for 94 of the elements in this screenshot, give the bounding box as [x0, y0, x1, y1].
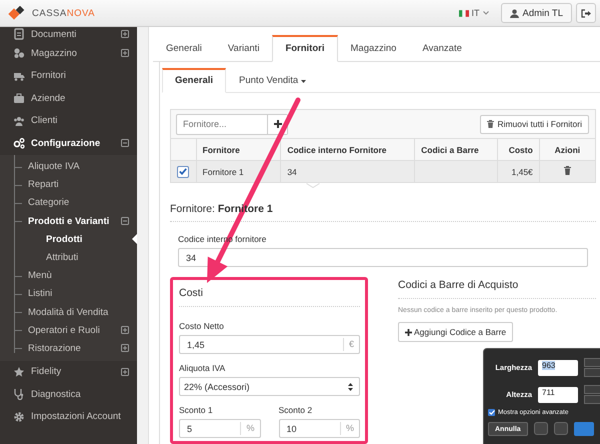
column-header: Codici a Barre — [421, 144, 479, 154]
toolbar-button[interactable] — [534, 422, 548, 435]
number-field[interactable]: 963 — [542, 360, 556, 370]
toolbar-button[interactable] — [554, 422, 568, 435]
sidebar-item[interactable]: Reparti — [0, 176, 137, 194]
dropdown-tab[interactable]: Punto Vendita — [226, 68, 320, 93]
checkbox[interactable] — [488, 409, 495, 416]
user-icon — [510, 8, 519, 18]
unit-label: % — [240, 422, 260, 435]
sidebar-item[interactable]: Ristorazione — [0, 339, 137, 358]
plus-icon — [274, 120, 282, 128]
logout-icon — [581, 8, 591, 18]
net-cost-field[interactable]: 1,45 — [180, 340, 343, 350]
supplier-search-field[interactable]: Fornitore... — [177, 119, 267, 129]
table-cell: 34 — [287, 166, 297, 176]
tab[interactable]: Avanzate — [409, 35, 475, 62]
sidebar-item[interactable]: Categorie — [0, 194, 137, 212]
gear-icon — [13, 410, 25, 423]
expand-icon[interactable] — [121, 344, 129, 352]
sidebar-item[interactable]: Aliquote IVA — [0, 158, 137, 176]
sidebar-item[interactable]: Operatori e Ruoli — [0, 321, 137, 340]
table-cell: 1,45€ — [512, 166, 533, 176]
sidebar-item[interactable]: Documenti — [0, 27, 137, 42]
discount-field[interactable]: 5 — [180, 424, 240, 434]
remove-all-button[interactable]: Rimuovi tutti i Fornitori — [480, 114, 589, 134]
unit-label: € — [342, 338, 359, 351]
number-field[interactable]: 711 — [542, 388, 555, 396]
collapse-icon[interactable] — [121, 217, 129, 226]
chevron-down-icon — [482, 11, 489, 15]
column-header: Codice interno Fornitore — [287, 144, 386, 154]
user-button[interactable]: Admin TL — [500, 3, 572, 23]
sidebar-item[interactable]: Configurazione — [0, 132, 137, 154]
internal-code-field[interactable]: 34 — [179, 252, 587, 262]
sidebar-item[interactable]: Fidelity — [0, 360, 137, 384]
confirm-button[interactable] — [574, 422, 594, 436]
trash-icon[interactable] — [564, 166, 571, 175]
add-barcode-button[interactable]: Aggiungi Codice a Barre — [398, 322, 514, 342]
percent-field[interactable]: 10 % — [278, 419, 360, 438]
sidebar-item[interactable]: Prodotti e Varianti — [0, 212, 137, 230]
sidebar-item[interactable]: Listini — [0, 284, 137, 303]
trash-icon — [487, 120, 494, 128]
tab[interactable]: Generali — [153, 35, 215, 62]
flag-icon — [458, 10, 469, 16]
field-label: Sconto 1 — [179, 405, 214, 415]
column-header: Azioni — [554, 144, 580, 154]
sidebar-item[interactable]: Diagnostica — [0, 383, 137, 406]
stepper[interactable] — [584, 385, 600, 404]
expand-icon[interactable] — [121, 326, 129, 334]
boxes-icon — [13, 47, 25, 60]
sidebar-item[interactable]: Aziende — [0, 87, 137, 110]
sidebar-item[interactable]: Attributi — [0, 248, 137, 267]
sort-icon — [348, 382, 353, 390]
sidebar-item[interactable]: Clienti — [0, 110, 137, 132]
field-label: Costo Netto — [179, 321, 225, 331]
logout-button[interactable] — [576, 3, 596, 23]
field-label: Sconto 2 — [278, 405, 314, 415]
star-icon — [13, 366, 25, 378]
expand-icon[interactable] — [121, 30, 129, 38]
expand-icon[interactable] — [121, 368, 129, 376]
sidebar-item[interactable]: Modalità di Vendita — [0, 303, 137, 322]
language-selector[interactable]: IT — [472, 8, 480, 18]
sidebar-item[interactable]: Impostazioni Account — [0, 406, 137, 428]
expand-icon[interactable] — [121, 49, 129, 58]
unit-label: % — [340, 422, 359, 435]
field-label: Aliquota IVA — [179, 363, 226, 373]
collapse-icon[interactable] — [121, 139, 129, 148]
percent-field[interactable]: 5 % — [179, 419, 260, 438]
logo-text: CASSANOVA — [32, 8, 95, 18]
tab[interactable]: Varianti — [214, 35, 272, 62]
sidebar-item[interactable]: Fornitori — [0, 64, 137, 87]
price-field[interactable]: 1,45 € — [179, 335, 360, 354]
discount-field[interactable]: 10 — [280, 424, 340, 434]
column-header: Costo — [508, 144, 533, 154]
tab[interactable]: Magazzino — [338, 35, 410, 62]
sidebar-item[interactable]: Magazzino — [0, 42, 137, 64]
stethoscope-icon — [13, 388, 25, 400]
table-cell: Fornitore 1 — [202, 166, 244, 176]
people-icon — [13, 114, 25, 127]
document-icon — [13, 28, 25, 40]
text-field[interactable]: 34 — [178, 248, 588, 267]
search-box[interactable]: Fornitore... — [176, 114, 288, 134]
stepper[interactable] — [584, 358, 600, 377]
column-header: Fornitore — [202, 144, 240, 154]
tab[interactable]: Fornitori — [272, 35, 338, 62]
caret-icon — [301, 80, 306, 82]
plus-icon — [405, 328, 412, 336]
gears-icon — [13, 137, 25, 150]
section-title: Costi — [179, 287, 203, 299]
briefcase-icon — [13, 92, 25, 104]
tab[interactable]: Generali — [162, 68, 226, 93]
sidebar-item[interactable]: Menù — [0, 266, 137, 285]
row-checkbox[interactable] — [177, 166, 189, 178]
section-title: Codici a Barre di Acquisto — [398, 279, 518, 291]
vat-select[interactable]: 22% (Accessori) — [179, 377, 360, 396]
